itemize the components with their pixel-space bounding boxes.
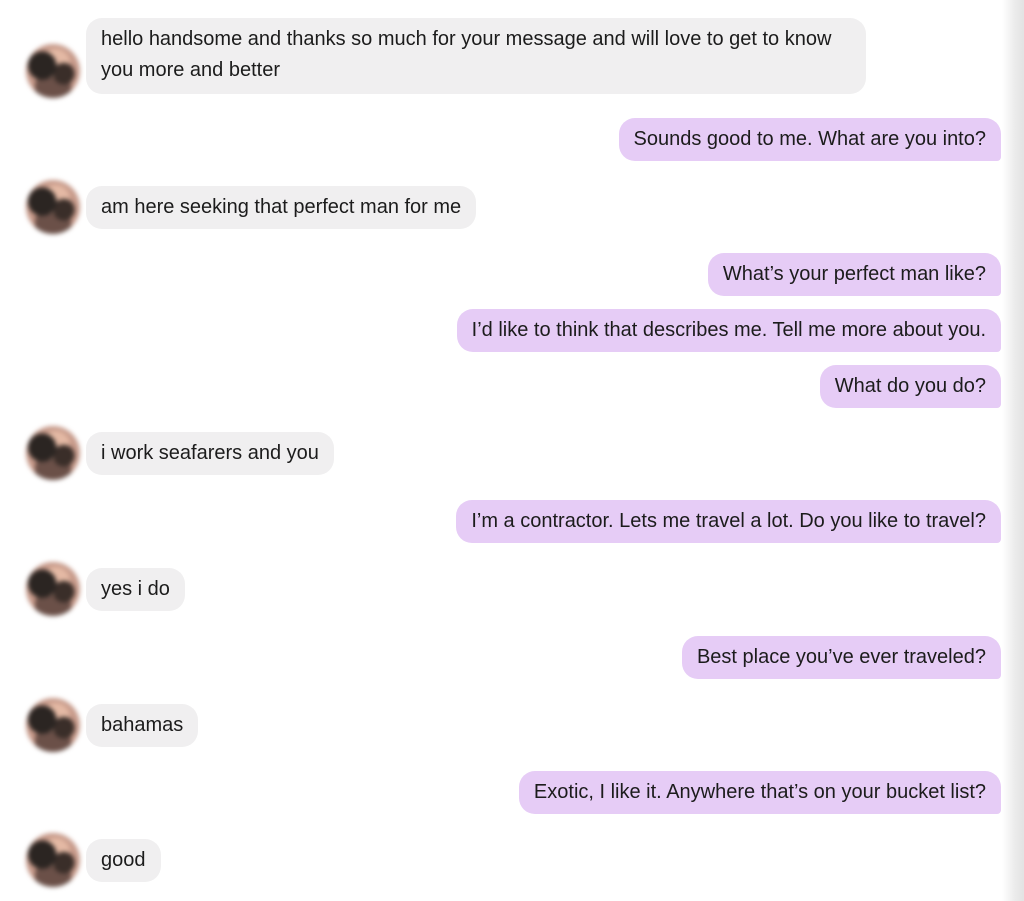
contact-avatar[interactable] <box>26 426 80 480</box>
outgoing-message: What do you do? <box>819 365 1001 408</box>
message-text: am here seeking that perfect man for me <box>101 196 462 218</box>
outgoing-message: Exotic, I like it. Anywhere that’s on yo… <box>518 771 1001 814</box>
incoming-message: i work seafarers and you <box>86 432 334 475</box>
incoming-message: yes i do <box>86 568 185 611</box>
contact-avatar[interactable] <box>26 180 80 234</box>
incoming-message: bahamas <box>86 704 199 747</box>
message-text: Best place you’ve ever traveled? <box>696 646 986 668</box>
contact-avatar[interactable] <box>26 698 80 752</box>
chat-thread: hello handsome and thanks so much for yo… <box>0 0 1024 901</box>
outgoing-message: I’m a contractor. Lets me travel a lot. … <box>456 500 1001 543</box>
outgoing-message: Sounds good to me. What are you into? <box>618 118 1001 161</box>
message-text: hello handsome and thanks so much for yo… <box>101 28 832 81</box>
message-text: i work seafarers and you <box>101 442 319 464</box>
contact-avatar[interactable] <box>26 833 80 887</box>
incoming-message: good <box>86 839 161 882</box>
message-text: What’s your perfect man like? <box>722 263 986 285</box>
message-text: Exotic, I like it. Anywhere that’s on yo… <box>533 781 986 803</box>
outgoing-message: I’d like to think that describes me. Tel… <box>456 309 1001 352</box>
message-text: I’m a contractor. Lets me travel a lot. … <box>471 510 986 532</box>
incoming-message: am here seeking that perfect man for me <box>86 186 477 229</box>
message-text: I’d like to think that describes me. Tel… <box>471 319 986 341</box>
message-text: yes i do <box>101 578 170 600</box>
contact-avatar[interactable] <box>26 44 80 98</box>
message-text: What do you do? <box>834 375 986 397</box>
incoming-message: hello handsome and thanks so much for yo… <box>86 18 866 94</box>
outgoing-message: Best place you’ve ever traveled? <box>681 636 1001 679</box>
message-text: good <box>101 849 146 871</box>
message-text: Sounds good to me. What are you into? <box>633 128 986 150</box>
message-text: bahamas <box>101 714 184 736</box>
scroll-edge-shadow <box>1002 0 1024 901</box>
contact-avatar[interactable] <box>26 562 80 616</box>
outgoing-message: What’s your perfect man like? <box>707 253 1001 296</box>
